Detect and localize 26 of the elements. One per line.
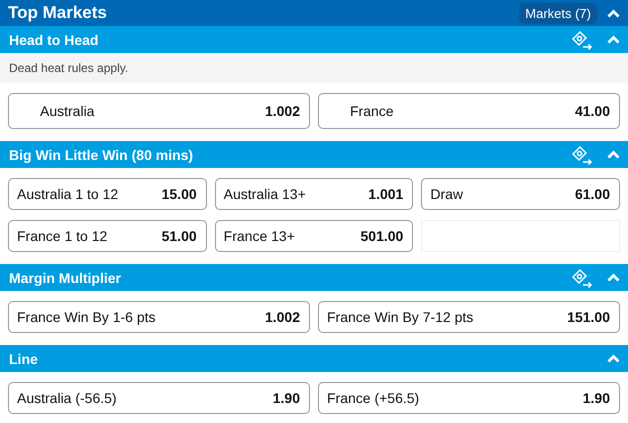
cash-out-icon[interactable]	[571, 144, 593, 164]
collapse-icon[interactable]	[607, 35, 620, 44]
odds-button[interactable]: Australia 1.002	[8, 93, 310, 129]
market-note: Dead heat rules apply.	[0, 53, 628, 83]
top-markets-title: Top Markets	[8, 3, 108, 23]
odds-button[interactable]: Australia (-56.5) 1.90	[8, 382, 310, 414]
collapse-icon[interactable]	[607, 273, 620, 282]
odds-button[interactable]: France 41.00	[318, 93, 620, 129]
collapse-icon[interactable]	[607, 150, 620, 159]
collapse-icon[interactable]	[607, 354, 620, 363]
odds-button[interactable]: Draw 61.00	[421, 178, 620, 210]
odds-button[interactable]: Australia 13+ 1.001	[214, 178, 414, 210]
cash-out-icon[interactable]	[571, 268, 593, 288]
market-title: Big Win Little Win (80 mins)	[9, 146, 194, 162]
market-title: Margin Multiplier	[9, 270, 122, 286]
odds-button[interactable]: France 1 to 12 51.00	[8, 220, 207, 252]
market-title: Head to Head	[9, 32, 100, 48]
odds-button[interactable]: France (+56.5) 1.90	[318, 382, 620, 414]
odds-button[interactable]: France 13+ 501.00	[214, 220, 414, 252]
collapse-icon[interactable]	[607, 8, 620, 18]
cash-out-icon[interactable]	[571, 30, 593, 50]
odds-button[interactable]: Australia 1 to 12 15.00	[8, 178, 207, 210]
odds-button[interactable]: France Win By 1-6 pts 1.002	[8, 301, 310, 333]
odds-button[interactable]: France Win By 7-12 pts 151.00	[318, 301, 620, 333]
markets-button[interactable]: Markets (7)	[519, 2, 597, 24]
market-title: Line	[9, 350, 39, 366]
